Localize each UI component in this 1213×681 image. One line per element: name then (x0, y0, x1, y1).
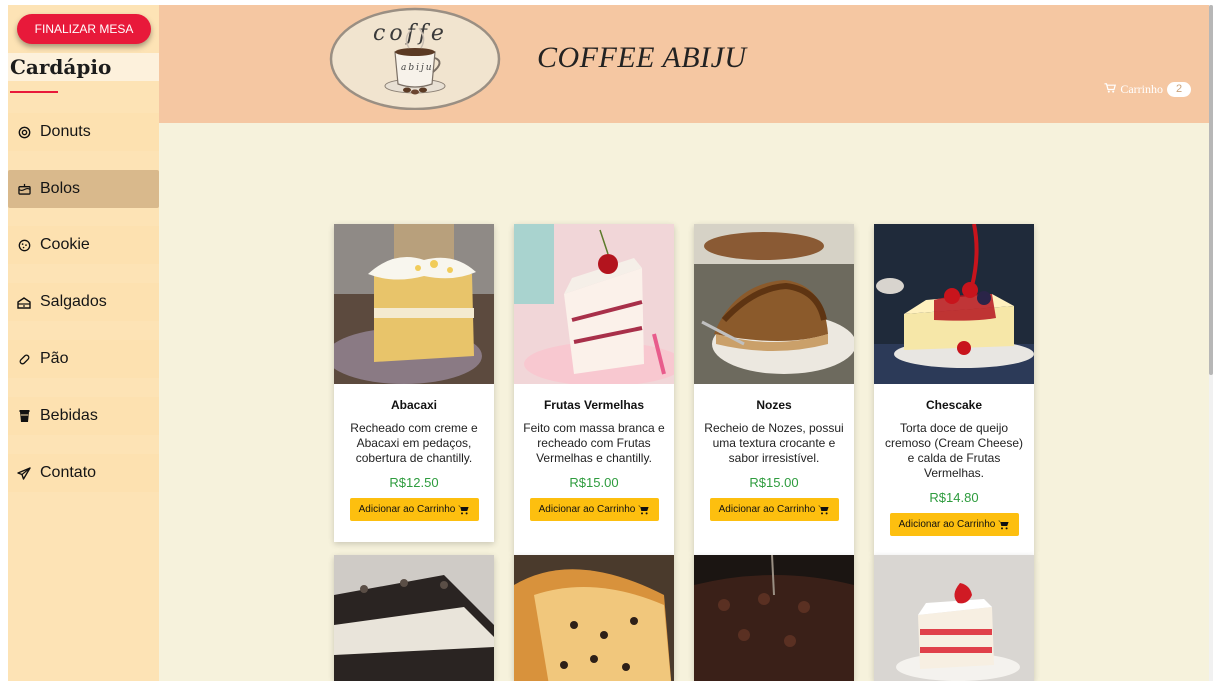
product-card-chescake: Chescake Torta doce de queijo cremoso (C… (874, 224, 1034, 555)
product-price: R$12.50 (389, 475, 439, 490)
add-to-cart-label: Adicionar ao Carrinho (718, 504, 816, 515)
menu-title-bar: Cardápio (8, 53, 159, 81)
add-to-cart-button[interactable]: Adicionar ao Carrinho (889, 513, 1019, 536)
product-area: Abacaxi Recheado com creme e Abacaxi em … (159, 123, 1209, 681)
add-to-cart-button[interactable]: Adicionar ao Carrinho (349, 498, 479, 521)
target-icon (17, 125, 31, 139)
bread-icon (17, 352, 31, 366)
product-card-row2-1 (334, 555, 494, 681)
cup-icon (17, 409, 31, 423)
add-to-cart-button[interactable]: Adicionar ao Carrinho (709, 498, 839, 521)
app-root: FINALIZAR MESA Cardápio Donuts Bolos Coo… (0, 0, 1213, 681)
finalize-table-button[interactable]: FINALIZAR MESA (17, 14, 151, 44)
product-description: Recheio de Nozes, possui uma textura cro… (704, 421, 844, 465)
product-image (514, 224, 674, 384)
cart-icon (638, 505, 649, 514)
sidebar-item-label: Salgados (40, 293, 107, 310)
sidebar-item-label: Cookie (40, 236, 90, 253)
product-title: Nozes (756, 398, 792, 412)
product-image (694, 555, 854, 681)
svg-text:coffe: coffe (373, 21, 448, 46)
product-title: Abacaxi (390, 398, 438, 412)
page-scrollbar[interactable] (1209, 5, 1213, 681)
svg-text:abiju: abiju (401, 63, 434, 73)
product-description: Recheado com creme e Abacaxi em pedaços,… (350, 421, 478, 465)
header: coffe abiju COFFEE ABIJU Carrinho 2 (159, 5, 1209, 123)
sidebar-item-cookie[interactable]: Cookie (8, 226, 159, 264)
product-title: Chescake (925, 398, 983, 412)
product-card-frutas-vermelhas: Frutas Vermelhas Feito com massa branca … (514, 224, 674, 555)
add-to-cart-label: Adicionar ao Carrinho (358, 504, 456, 515)
add-to-cart-label: Adicionar ao Carrinho (538, 504, 636, 515)
cart-icon (998, 520, 1009, 529)
sidebar-item-label: Donuts (40, 123, 91, 140)
cart-link[interactable]: Carrinho 2 (1104, 82, 1191, 97)
product-image (334, 224, 494, 384)
product-image (874, 555, 1034, 681)
cart-icon (818, 505, 829, 514)
add-to-cart-label: Adicionar ao Carrinho (898, 519, 996, 530)
cake-icon (17, 182, 31, 196)
sidebar-item-bebidas[interactable]: Bebidas (8, 397, 159, 435)
product-description: Feito com massa branca e recheado com Fr… (523, 421, 665, 465)
add-to-cart-button[interactable]: Adicionar ao Carrinho (529, 498, 659, 521)
brand-title: COFFEE ABIJU (537, 41, 747, 74)
sidebar-item-label: Pão (40, 350, 69, 367)
menu-title-underline (10, 91, 58, 93)
salgados-icon (17, 295, 31, 309)
product-card-row2-2 (514, 555, 674, 681)
product-image (514, 555, 674, 681)
sidebar-item-label: Bebidas (40, 407, 98, 424)
sidebar-item-label: Contato (40, 464, 97, 481)
product-image (334, 555, 494, 681)
product-price: R$14.80 (929, 490, 979, 505)
product-title: Frutas Vermelhas (543, 398, 645, 412)
coffee-logo: coffe abiju (329, 7, 501, 110)
product-price: R$15.00 (569, 475, 619, 490)
cart-label: Carrinho (1120, 82, 1163, 96)
product-card-row2-3 (694, 555, 854, 681)
sidebar-item-donuts[interactable]: Donuts (8, 113, 159, 151)
cookie-icon (17, 238, 31, 252)
product-card-row2-4 (874, 555, 1034, 681)
sidebar-item-pao[interactable]: Pão (8, 340, 159, 378)
product-description: Torta doce de queijo cremoso (Cream Chee… (884, 421, 1024, 480)
sidebar-item-contato[interactable]: Contato (8, 454, 159, 492)
sidebar-item-bolos[interactable]: Bolos (8, 170, 159, 208)
product-price: R$15.00 (749, 475, 799, 490)
product-image (694, 224, 854, 384)
cart-icon (1104, 82, 1117, 97)
cart-count-badge: 2 (1167, 82, 1191, 97)
cart-icon (458, 505, 469, 514)
product-card-nozes: Nozes Recheio de Nozes, possui uma textu… (694, 224, 854, 555)
menu-title: Cardápio (10, 55, 112, 79)
product-image (874, 224, 1034, 384)
product-card-abacaxi: Abacaxi Recheado com creme e Abacaxi em … (334, 224, 494, 542)
sidebar: FINALIZAR MESA Cardápio Donuts Bolos Coo… (8, 5, 159, 681)
scrollbar-thumb[interactable] (1209, 5, 1213, 375)
sidebar-item-label: Bolos (40, 180, 81, 197)
sidebar-item-salgados[interactable]: Salgados (8, 283, 159, 321)
send-icon (17, 466, 31, 480)
